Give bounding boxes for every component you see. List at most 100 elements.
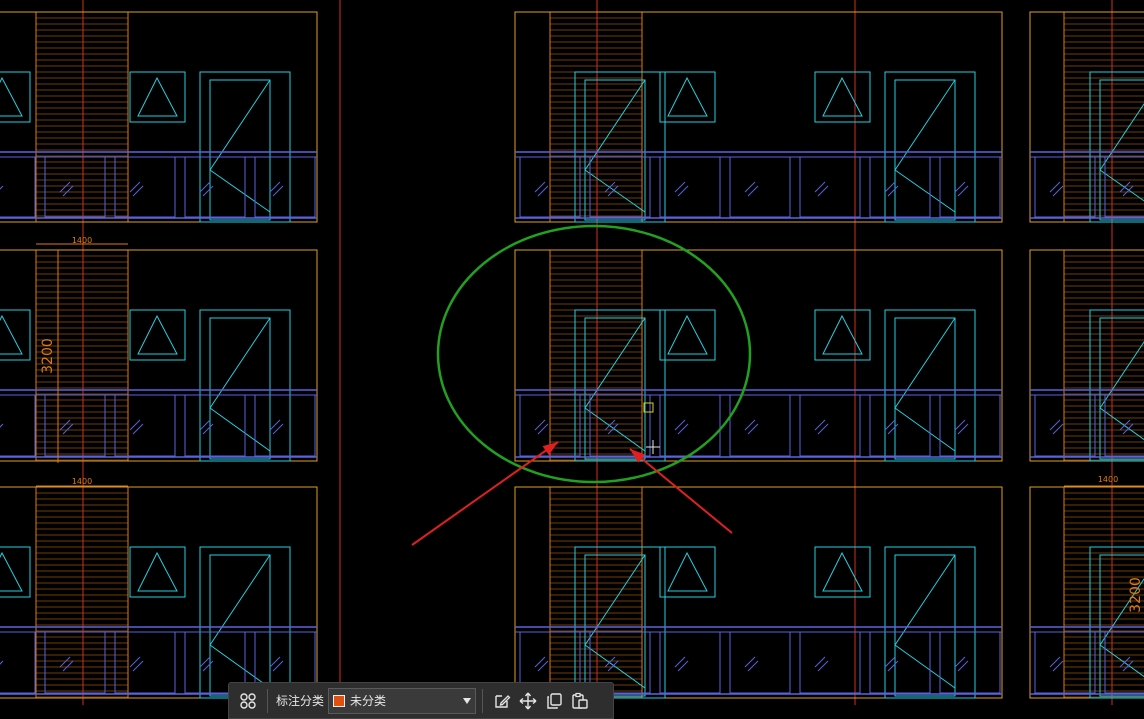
door-swing-line xyxy=(1099,644,1144,678)
railing-panel xyxy=(1034,156,1096,218)
ac-unit-outline xyxy=(549,486,643,699)
window-triangle xyxy=(667,76,708,117)
window-triangle xyxy=(137,314,178,355)
dimension-label: 1400 xyxy=(1098,475,1118,484)
door-frame xyxy=(1089,546,1144,699)
railing-panel xyxy=(44,156,106,218)
railing-panel xyxy=(0,394,36,457)
door-swing-line xyxy=(209,407,271,452)
door-frame xyxy=(1089,71,1144,223)
grid-icon[interactable] xyxy=(235,688,261,714)
annotation-toolbar: 标注分类 未分类 xyxy=(228,682,614,719)
railing-panel xyxy=(799,156,861,218)
door-leaf xyxy=(1099,554,1144,697)
railing-panel xyxy=(589,156,651,218)
railing-panel xyxy=(589,394,651,457)
railing-panel xyxy=(184,156,246,218)
door-swing-line xyxy=(584,169,646,213)
glass-hatch xyxy=(0,660,4,665)
category-color-swatch xyxy=(333,694,346,707)
door-leaf xyxy=(1099,317,1144,460)
window-frame xyxy=(0,309,31,361)
door-swing-line xyxy=(584,407,646,452)
window-triangle xyxy=(822,314,863,355)
door-frame xyxy=(574,71,666,223)
door-frame xyxy=(1089,309,1144,462)
ac-unit-outline xyxy=(35,486,129,699)
ac-unit-outline xyxy=(35,11,129,223)
move-icon[interactable] xyxy=(515,688,541,714)
railing-panel xyxy=(659,156,721,218)
ac-unit-outline xyxy=(549,249,643,462)
dimension-label: 1400 xyxy=(72,477,92,486)
door-leaf xyxy=(894,554,956,697)
wall-outline xyxy=(514,486,1003,699)
railing-panel xyxy=(114,631,176,694)
copy-icon[interactable] xyxy=(541,688,567,714)
railing-panel xyxy=(1034,631,1096,694)
railing-panel xyxy=(729,394,791,457)
window-triangle xyxy=(822,551,863,592)
wall-outline xyxy=(1029,486,1144,699)
railing-panel xyxy=(869,156,931,218)
ac-unit-outline xyxy=(549,11,643,223)
railing-panel xyxy=(184,394,246,457)
railing-panel xyxy=(0,631,36,694)
category-selected-value: 未分类 xyxy=(350,694,387,708)
door-leaf xyxy=(209,317,271,460)
railing-panel xyxy=(114,394,176,457)
door-leaf xyxy=(584,554,646,697)
window-triangle xyxy=(0,76,23,117)
railing-panel xyxy=(869,631,931,694)
railing-panel xyxy=(1034,394,1096,457)
railing-panel xyxy=(799,631,861,694)
railing-panel xyxy=(659,631,721,694)
cad-drawing-canvas[interactable]: 1400 1400 3200 1400 3200 xyxy=(0,0,1144,719)
cad-drawing: 1400 1400 3200 1400 3200 xyxy=(0,0,1144,705)
door-swing-line xyxy=(1099,169,1144,202)
railing-panel xyxy=(114,156,176,218)
toolbar-divider xyxy=(267,688,268,713)
wall-outline xyxy=(1029,249,1144,462)
edit-icon[interactable] xyxy=(489,688,515,714)
door-frame xyxy=(574,546,666,699)
door-leaf xyxy=(209,554,271,697)
dimension-label: 3200 xyxy=(40,338,56,374)
window-triangle xyxy=(667,551,708,592)
door-leaf xyxy=(894,79,956,221)
door-leaf xyxy=(209,79,271,221)
wall-outline xyxy=(0,11,318,223)
wall-outline xyxy=(1029,11,1144,223)
door-swing-line xyxy=(209,169,271,213)
window-frame xyxy=(0,546,31,598)
window-frame xyxy=(0,71,31,123)
door-swing-line xyxy=(1099,407,1144,441)
railing-panel xyxy=(659,394,721,457)
door-swing-line xyxy=(894,407,956,452)
window-triangle xyxy=(822,76,863,117)
ac-unit-outline xyxy=(1063,249,1144,462)
railing-panel xyxy=(799,394,861,457)
railing-panel xyxy=(44,631,106,694)
window-triangle xyxy=(0,314,23,355)
wall-outline xyxy=(0,486,318,699)
railing-panel xyxy=(729,631,791,694)
toolbar-divider xyxy=(482,688,484,713)
railing-panel xyxy=(0,156,36,218)
paste-icon[interactable] xyxy=(567,688,593,714)
chevron-down-icon[interactable] xyxy=(463,697,472,704)
wall-outline xyxy=(514,11,1003,223)
annotation-arrow xyxy=(411,441,559,546)
glass-hatch xyxy=(0,185,4,190)
door-frame xyxy=(574,309,666,462)
door-leaf xyxy=(584,317,646,460)
window-triangle xyxy=(137,76,178,117)
railing-panel xyxy=(729,156,791,218)
dimension-label: 1400 xyxy=(72,236,92,245)
category-dropdown[interactable]: 未分类 xyxy=(328,687,477,714)
railing-panel xyxy=(44,394,106,457)
door-swing-line xyxy=(894,644,956,689)
door-leaf xyxy=(894,317,956,460)
dimension-label: 3200 xyxy=(1128,577,1144,613)
category-label: 标注分类 xyxy=(276,694,325,708)
